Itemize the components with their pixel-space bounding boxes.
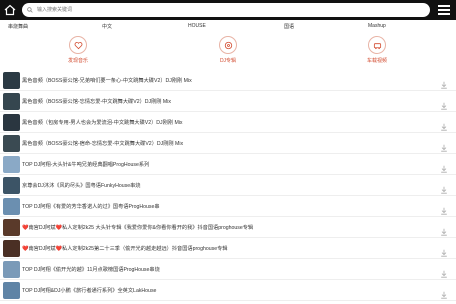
track-thumbnail: [3, 92, 20, 110]
track-thumbnail: [3, 155, 20, 173]
track-title[interactable]: 京尊会DJ沐沐《风的尽头》国粤语FunkyHouse串烧: [22, 182, 140, 189]
feature-circle: [69, 36, 87, 54]
feature-label: 发现音乐: [67, 58, 88, 64]
download-icon[interactable]: [440, 265, 448, 278]
track-row[interactable]: TOP DJ阿翔&DJ小鹏《旅行者通行系列》全英文LakHouse: [0, 280, 456, 301]
heart-icon: [74, 41, 82, 49]
track-title[interactable]: 黑色音频（包房专用-男人也会为爱流泪-中文跳舞大碟V2）DJ刚刚 Mix: [22, 119, 183, 126]
track-row[interactable]: ❤️南宫DJ阿斌❤️私人定制2k25 大头针专辑《我爱你爱你&你看你看开的我》抖…: [0, 217, 456, 238]
menu-icon-line: [438, 9, 450, 11]
track-title[interactable]: TOP DJ阿翔《偷开光的越》11月点歌榜国语ProgHouse串烧: [22, 266, 160, 273]
feature-label: DJ专辑: [219, 58, 237, 64]
track-title[interactable]: TOP DJ阿翔&DJ小鹏《旅行者通行系列》全英文LakHouse: [22, 287, 156, 294]
track-title[interactable]: 黑色音频（BOSS豪公馆-兄弟咱们要一条心-中文跳舞大碟V2）DJ刚刚 Mix: [22, 77, 192, 84]
disc-icon: [224, 41, 232, 49]
track-row[interactable]: TOP DJ阿翔《有爱的芳华香诺人的过》国粤语ProgHouse串: [0, 196, 456, 217]
feature-label: 车载视频: [366, 58, 387, 64]
download-icon[interactable]: [440, 160, 448, 173]
menu-icon-line: [438, 5, 450, 7]
feature-dj-album[interactable]: DJ专辑: [198, 36, 258, 68]
feature-circle: [219, 36, 237, 54]
top-bar: [0, 0, 456, 20]
menu-icon-line: [438, 13, 450, 15]
track-thumbnail: [3, 239, 20, 257]
track-thumbnail: [3, 197, 20, 215]
feature-discover-music[interactable]: 发现音乐: [48, 36, 108, 68]
track-row[interactable]: ❤️南宫DJ阿斌❤️私人定制2k25第二十三季（偷开光的越走越远）抖音国语pro…: [0, 238, 456, 259]
download-icon[interactable]: [440, 76, 448, 89]
track-title[interactable]: 黑色音频（BOSS豪公馆-宿命-忘情忘爱-中文跳舞大碟V2）DJ刚刚 Mix: [22, 140, 183, 147]
track-title[interactable]: TOP DJ阿翔-大头针&牛吨兄弟经典翻唱ProgHouse系列: [22, 161, 149, 168]
track-title[interactable]: 黑色音频（BOSS豪公馆-忘情忘爱-中文跳舞大碟V2）DJ刚刚 Mix: [22, 98, 171, 105]
category-tab[interactable]: 国语: [284, 23, 294, 30]
track-title[interactable]: ❤️南宫DJ阿斌❤️私人定制2k25第二十三季（偷开光的越走越远）抖音国语pro…: [22, 245, 227, 252]
download-icon[interactable]: [440, 118, 448, 131]
track-row[interactable]: TOP DJ阿翔-大头针&牛吨兄弟经典翻唱ProgHouse系列: [0, 154, 456, 175]
track-title[interactable]: TOP DJ阿翔《有爱的芳华香诺人的过》国粤语ProgHouse串: [22, 203, 160, 210]
track-row[interactable]: TOP DJ阿翔《偷开光的越》11月点歌榜国语ProgHouse串烧: [0, 259, 456, 280]
category-tab[interactable]: HOUSE: [188, 23, 206, 29]
download-icon[interactable]: [440, 202, 448, 215]
home-button[interactable]: [0, 0, 20, 20]
track-row[interactable]: 黑色音频（BOSS豪公馆-忘情忘爱-中文跳舞大碟V2）DJ刚刚 Mix: [0, 91, 456, 112]
search-icon: [27, 7, 33, 13]
category-tab[interactable]: 串烧舞曲: [8, 23, 28, 30]
track-thumbnail: [3, 218, 20, 236]
track-thumbnail: [3, 176, 20, 194]
download-icon[interactable]: [440, 181, 448, 194]
download-icon[interactable]: [440, 244, 448, 257]
track-title[interactable]: ❤️南宫DJ阿斌❤️私人定制2k25 大头针专辑《我爱你爱你&你看你看开的我》抖…: [22, 224, 253, 231]
track-thumbnail: [3, 71, 20, 89]
menu-button[interactable]: [438, 4, 450, 16]
search-input[interactable]: [37, 4, 427, 16]
category-tab[interactable]: 中文: [102, 23, 112, 30]
download-icon[interactable]: [440, 97, 448, 110]
category-nav: 串烧舞曲 中文 HOUSE 国语 Mashup: [0, 20, 456, 34]
home-icon: [4, 4, 16, 16]
search-box[interactable]: [22, 3, 430, 17]
track-row[interactable]: 黑色音频（BOSS豪公馆-兄弟咱们要一条心-中文跳舞大碟V2）DJ刚刚 Mix: [0, 70, 456, 91]
download-icon[interactable]: [440, 139, 448, 152]
download-icon[interactable]: [440, 223, 448, 236]
track-thumbnail: [3, 113, 20, 131]
feature-car-video[interactable]: 车载视频: [347, 36, 407, 68]
download-icon[interactable]: [440, 286, 448, 299]
track-thumbnail: [3, 281, 20, 299]
track-thumbnail: [3, 260, 20, 278]
feature-circle: [368, 36, 386, 54]
track-row[interactable]: 黑色音频（包房专用-男人也会为爱流泪-中文跳舞大碟V2）DJ刚刚 Mix: [0, 112, 456, 133]
category-tab[interactable]: Mashup: [368, 23, 386, 29]
track-row[interactable]: 京尊会DJ沐沐《风的尽头》国粤语FunkyHouse串烧: [0, 175, 456, 196]
track-row[interactable]: 黑色音频（BOSS豪公馆-宿命-忘情忘爱-中文跳舞大碟V2）DJ刚刚 Mix: [0, 133, 456, 154]
track-thumbnail: [3, 134, 20, 152]
car-video-icon: [373, 42, 381, 49]
